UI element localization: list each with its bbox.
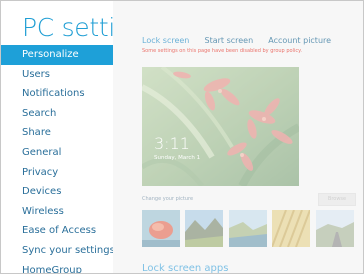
policy-notice: Some settings on this page have been dis… [142, 48, 302, 54]
wheat-field-image [272, 210, 310, 247]
nav-item-sync-settings[interactable]: Sync your settings [1, 241, 113, 261]
nav-item-privacy[interactable]: Privacy [1, 163, 113, 183]
nav-item-homegroup[interactable]: HomeGroup [1, 261, 113, 273]
thumbnail-red-flower[interactable] [142, 210, 180, 247]
nav-item-search[interactable]: Search [1, 104, 113, 124]
lock-screen-preview: 3:11 Sunday, March 1 [142, 67, 299, 186]
mountain-valley-image [185, 210, 223, 247]
change-picture-label: Change your picture [142, 196, 194, 202]
nav-list: Personalize Users Notifications Search S… [1, 45, 113, 273]
tab-start-screen[interactable]: Start screen [204, 36, 253, 45]
nav-item-notifications[interactable]: Notifications [1, 84, 113, 104]
nav-item-devices[interactable]: Devices [1, 182, 113, 202]
road-landscape-image [316, 210, 354, 247]
lock-screen-date: Sunday, March 1 [154, 155, 201, 161]
navigation-pane: PC settings Personalize Users Notificati… [1, 1, 113, 273]
red-flower-image [142, 210, 180, 247]
content-pane: Lock screen Start screen Account picture… [113, 1, 363, 273]
coast-cliffs-image [229, 210, 267, 247]
lock-screen-apps-heading: Lock screen apps [142, 263, 229, 273]
lock-screen-clock: 3:11 [154, 134, 190, 153]
thumbnail-mountain-valley[interactable] [185, 210, 223, 247]
thumbnail-road-landscape[interactable] [316, 210, 354, 247]
nav-item-wireless[interactable]: Wireless [1, 202, 113, 222]
tab-bar: Lock screen Start screen Account picture [142, 28, 341, 47]
thumbnail-wheat-field[interactable] [272, 210, 310, 247]
nav-item-ease-of-access[interactable]: Ease of Access [1, 221, 113, 241]
nav-item-personalize[interactable]: Personalize [1, 45, 113, 65]
browse-button[interactable]: Browse [318, 193, 356, 206]
tab-account-picture[interactable]: Account picture [268, 36, 331, 45]
pc-settings-window: PC settings Personalize Users Notificati… [0, 0, 364, 274]
tab-lock-screen[interactable]: Lock screen [142, 36, 189, 45]
flower-wallpaper-image [142, 67, 299, 186]
nav-item-users[interactable]: Users [1, 65, 113, 85]
nav-item-general[interactable]: General [1, 143, 113, 163]
thumbnail-coast-cliffs[interactable] [229, 210, 267, 247]
page-title: PC settings [22, 13, 113, 42]
nav-item-share[interactable]: Share [1, 123, 113, 143]
